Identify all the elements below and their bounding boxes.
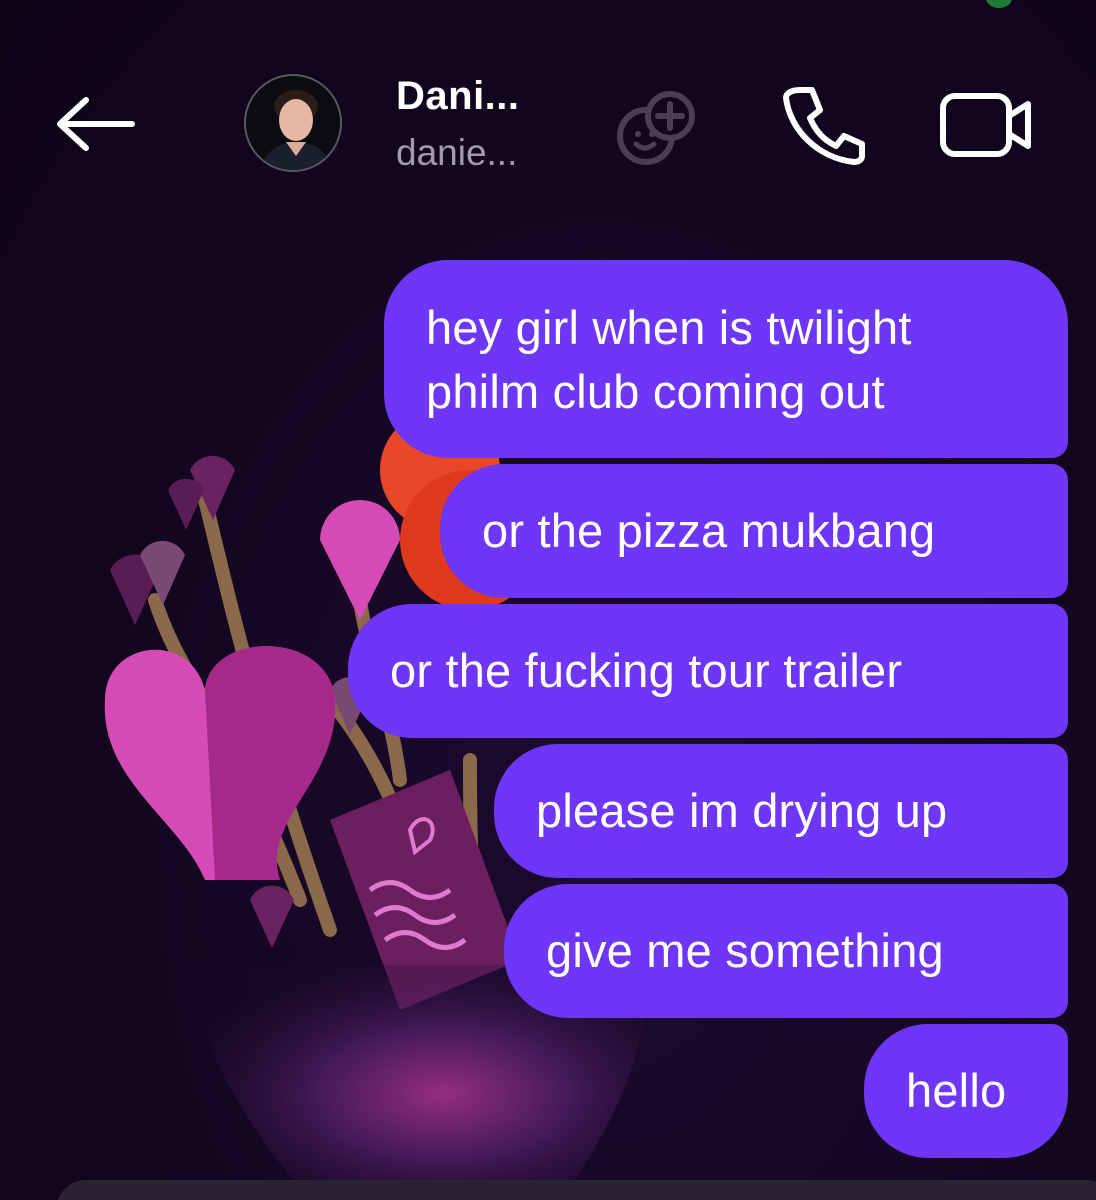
back-button[interactable] <box>50 92 140 156</box>
message-bubble[interactable]: or the fucking tour trailer <box>348 604 1068 738</box>
add-people-icon <box>617 91 695 165</box>
message-composer[interactable] <box>56 1180 1096 1200</box>
avatar[interactable] <box>244 74 342 172</box>
message-bubble[interactable]: hey girl when is twilight philm club com… <box>384 260 1068 458</box>
arrow-left-icon <box>57 97 135 151</box>
chat-screen: Dani... danie... hey girl when is twilig… <box>0 0 1096 1200</box>
message-bubble[interactable]: hello <box>864 1024 1068 1158</box>
message-bubble[interactable]: or the pizza mukbang <box>440 464 1068 598</box>
video-call-button[interactable] <box>938 88 1036 160</box>
message-bubble[interactable]: please im drying up <box>494 744 1068 878</box>
profile-photo <box>246 76 340 170</box>
contact-handle[interactable]: danie... <box>396 132 517 174</box>
chat-header: Dani... danie... <box>0 0 1096 210</box>
contact-name[interactable]: Dani... <box>396 74 520 119</box>
message-bubble[interactable]: give me something <box>504 884 1068 1018</box>
phone-icon <box>783 87 865 165</box>
call-button[interactable] <box>778 84 868 166</box>
add-people-button[interactable] <box>612 90 704 168</box>
video-camera-icon <box>940 93 1031 157</box>
